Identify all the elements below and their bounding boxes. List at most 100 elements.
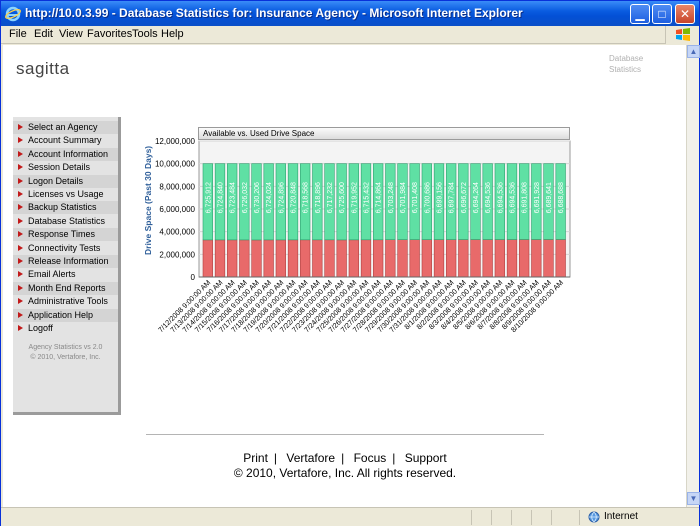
browser-window: http://10.0.3.99 - Database Statistics f… <box>0 0 700 526</box>
y-tick-label: 8,000,000 <box>159 182 195 191</box>
data-label: 6,718,896 <box>315 182 322 213</box>
bar-used-space <box>385 239 396 278</box>
maximize-button[interactable]: □ <box>652 4 672 24</box>
minimize-button[interactable]: ▁ <box>630 4 650 24</box>
data-label: 6,703,248 <box>388 182 395 213</box>
data-label: 6,694,536 <box>485 182 492 213</box>
internet-explorer-icon <box>5 6 21 22</box>
footer-separator: | <box>341 451 345 465</box>
data-label: 6,697,784 <box>449 182 456 213</box>
chart-title: Available vs. Used Drive Space <box>203 129 315 138</box>
vertical-scrollbar[interactable]: ▲ ▼ <box>686 45 700 507</box>
globe-icon <box>588 511 600 523</box>
bar-used-space <box>336 239 347 278</box>
bar-used-space <box>312 239 323 278</box>
data-label: 6,725,600 <box>339 182 346 213</box>
data-label: 6,724,024 <box>266 182 273 213</box>
menu-edit[interactable]: Edit <box>34 28 53 40</box>
bar-used-space <box>275 239 286 278</box>
footer-link-vertafore[interactable]: Vertafore <box>286 451 335 465</box>
data-label: 6,724,896 <box>278 182 285 213</box>
y-tick-label: 2,000,000 <box>159 250 195 259</box>
data-label: 6,701,984 <box>400 182 407 213</box>
bar-used-space <box>263 239 274 278</box>
data-label: 6,718,568 <box>303 182 310 213</box>
bar-used-space <box>494 239 505 278</box>
sidebar-footer: Agency Statistics vs 2.0 © 2010, Vertafo… <box>13 343 118 363</box>
security-zone: Internet <box>579 510 699 525</box>
data-label: 6,700,686 <box>424 182 431 213</box>
status-divider <box>551 510 552 525</box>
footer-divider <box>146 434 544 435</box>
data-label: 6,691,808 <box>522 182 529 213</box>
y-tick-label: 0 <box>191 273 196 282</box>
footer-link-print[interactable]: Print <box>243 451 268 465</box>
bar-used-space <box>470 239 481 278</box>
minimize-icon: ▁ <box>635 7 645 21</box>
bar-used-space <box>214 239 226 278</box>
footer-link-focus[interactable]: Focus <box>354 451 387 465</box>
y-tick-label: 10,000,000 <box>155 160 196 169</box>
bar-used-space <box>360 239 372 278</box>
page-content: sagitta Database Statistics Select an Ag… <box>3 45 686 507</box>
bar-used-space <box>251 239 262 278</box>
y-tick-label: 6,000,000 <box>159 205 195 214</box>
bar-used-space <box>409 239 420 278</box>
windows-flag-icon <box>676 28 690 41</box>
data-label: 6,725,912 <box>205 182 212 213</box>
footer-links: Print | Vertafore | Focus | Support <box>146 451 544 465</box>
data-label: 6,720,848 <box>291 182 298 213</box>
status-divider <box>471 510 472 525</box>
y-axis-label: Drive Space (Past 30 Days) <box>143 146 153 255</box>
data-label: 6,691,928 <box>534 182 541 213</box>
data-label: 6,688,688 <box>558 182 565 213</box>
scroll-up-icon[interactable]: ▲ <box>687 45 700 58</box>
bar-used-space <box>324 239 335 278</box>
data-label: 6,726,032 <box>242 182 249 213</box>
footer-link-support[interactable]: Support <box>405 451 447 465</box>
zone-label: Internet <box>604 511 638 522</box>
close-button[interactable]: ✕ <box>675 4 695 24</box>
y-tick-label: 12,000,000 <box>155 137 196 146</box>
status-bar: Internet <box>1 507 699 526</box>
data-label: 6,694,536 <box>510 182 517 213</box>
menu-view[interactable]: View <box>59 28 83 40</box>
data-label: 6,717,232 <box>327 182 334 213</box>
bar-used-space <box>446 239 457 278</box>
footer-separator: | <box>273 451 278 465</box>
sidebar-copyright: © 2010, Vertafore, Inc. <box>30 354 101 361</box>
data-label: 6,714,864 <box>376 182 383 213</box>
chart-title-bar: Available vs. Used Drive Space <box>198 127 570 140</box>
menu-bar: File Edit View Favorites Tools Help <box>1 26 699 44</box>
menu-favorites[interactable]: Favorites <box>87 28 132 40</box>
title-bar: http://10.0.3.99 - Database Statistics f… <box>1 1 699 26</box>
scroll-down-icon[interactable]: ▼ <box>687 492 700 505</box>
bar-used-space <box>397 239 408 278</box>
bar-used-space <box>373 239 384 278</box>
menu-file[interactable]: File <box>9 28 27 40</box>
bar-used-space <box>300 239 311 278</box>
data-label: 6,719,952 <box>351 182 358 213</box>
y-tick-label: 4,000,000 <box>159 228 195 237</box>
data-label: 6,699,156 <box>437 182 444 213</box>
footer-copyright: © 2010, Vertafore, Inc. All rights reser… <box>233 466 457 480</box>
data-label: 6,694,264 <box>473 182 480 213</box>
bar-used-space <box>348 239 359 278</box>
maximize-icon: □ <box>658 7 666 21</box>
bar-used-space <box>543 239 554 278</box>
data-label: 6,724,840 <box>218 182 225 213</box>
bar-used-space <box>433 239 445 278</box>
bar-used-space <box>482 239 493 278</box>
data-label: 6,701,408 <box>412 182 419 213</box>
bar-used-space <box>227 239 238 278</box>
status-divider <box>511 510 512 525</box>
menu-help[interactable]: Help <box>161 28 184 40</box>
data-label: 6,723,484 <box>230 182 237 213</box>
menu-tools[interactable]: Tools <box>132 28 158 40</box>
bar-used-space <box>519 239 530 278</box>
data-label: 6,730,206 <box>254 182 261 213</box>
close-icon: ✕ <box>679 7 691 21</box>
data-label: 6,696,672 <box>461 182 468 213</box>
bar-used-space <box>421 239 432 278</box>
bar-used-space <box>555 239 566 278</box>
